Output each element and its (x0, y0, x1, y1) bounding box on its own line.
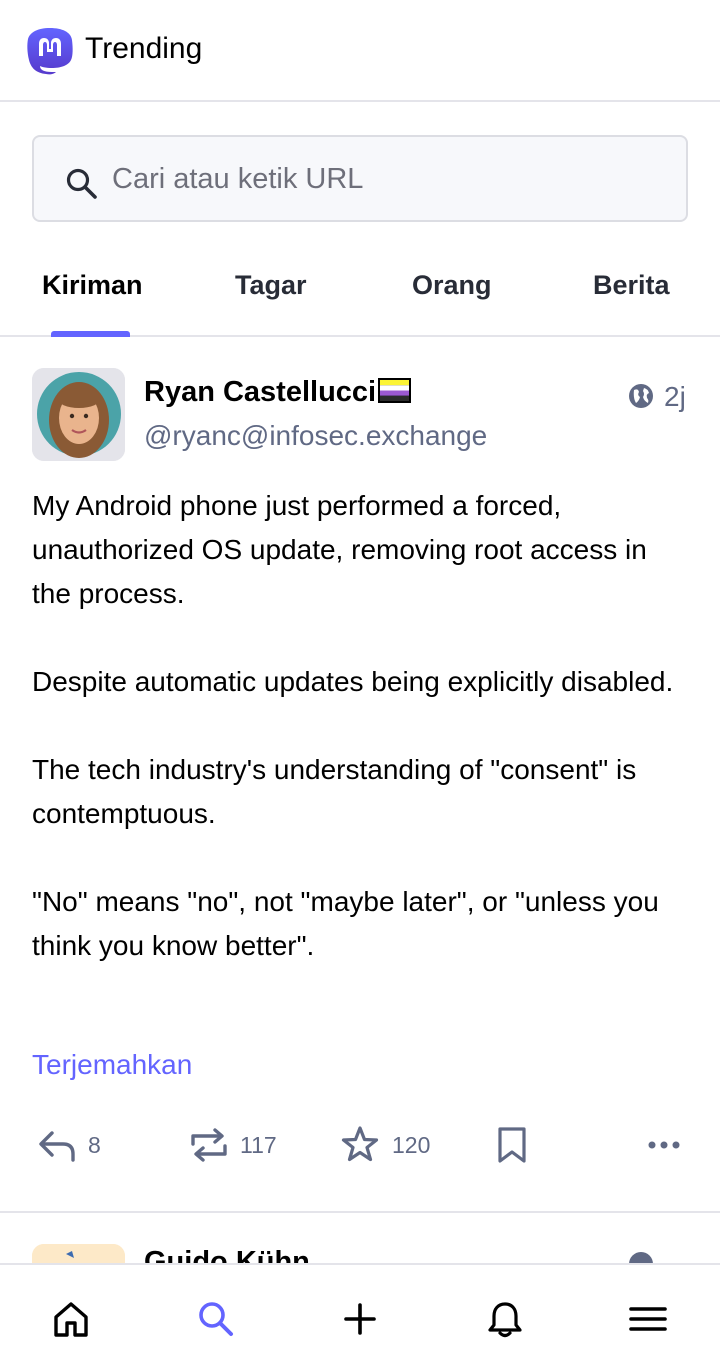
star-icon (341, 1126, 379, 1162)
favourite-count: 120 (392, 1132, 431, 1158)
bookmark-icon (498, 1127, 526, 1163)
top-bar: Trending (0, 0, 720, 102)
compose-icon[interactable] (340, 1299, 380, 1339)
bookmark-button[interactable] (492, 1124, 534, 1166)
home-icon[interactable] (51, 1299, 91, 1339)
reply-button[interactable]: 8 (36, 1124, 106, 1166)
search-input[interactable] (112, 159, 652, 199)
post-divider (0, 1211, 720, 1213)
post-paragraph: "No" means "no", not "maybe later", or "… (32, 886, 659, 961)
bottom-navigation (0, 1263, 720, 1372)
boost-count: 117 (240, 1132, 277, 1158)
author-name[interactable]: Ryan Castellucci (144, 376, 376, 409)
boost-icon (191, 1128, 227, 1162)
nonbinary-flag-icon (378, 378, 411, 403)
explore-tabs: Kiriman Tagar Orang Berita (0, 240, 720, 337)
search-icon[interactable] (196, 1299, 236, 1339)
menu-icon[interactable] (628, 1299, 668, 1339)
avatar-image (32, 368, 125, 461)
tab-orang[interactable]: Orang (412, 270, 492, 301)
more-options-button[interactable] (644, 1124, 686, 1166)
avatar[interactable] (32, 368, 125, 461)
globe-icon (629, 384, 653, 408)
post-timestamp[interactable]: 2j (664, 381, 686, 413)
tab-berita[interactable]: Berita (593, 270, 670, 301)
tab-tagar[interactable]: Tagar (235, 270, 307, 301)
notifications-icon[interactable] (485, 1299, 525, 1339)
search-icon (66, 168, 97, 199)
favourite-button[interactable]: 120 (339, 1124, 439, 1166)
post-paragraph: My Android phone just performed a forced… (32, 490, 647, 609)
post-paragraph: Despite automatic updates being explicit… (32, 666, 674, 697)
translate-link[interactable]: Terjemahkan (32, 1049, 192, 1081)
boost-button[interactable]: 117 (188, 1124, 288, 1166)
reply-count: 8 (88, 1132, 101, 1158)
search-bar[interactable] (32, 135, 688, 222)
post-paragraph: The tech industry's understanding of "co… (32, 754, 637, 829)
tab-kiriman[interactable]: Kiriman (42, 270, 143, 301)
active-tab-indicator (51, 331, 130, 337)
post-content: My Android phone just performed a forced… (32, 484, 692, 1012)
author-handle[interactable]: @ryanc@infosec.exchange (144, 420, 487, 452)
ellipsis-icon (648, 1141, 680, 1149)
mastodon-logo-icon[interactable] (26, 26, 74, 76)
page-title: Trending (85, 32, 203, 65)
reply-icon (39, 1131, 75, 1162)
